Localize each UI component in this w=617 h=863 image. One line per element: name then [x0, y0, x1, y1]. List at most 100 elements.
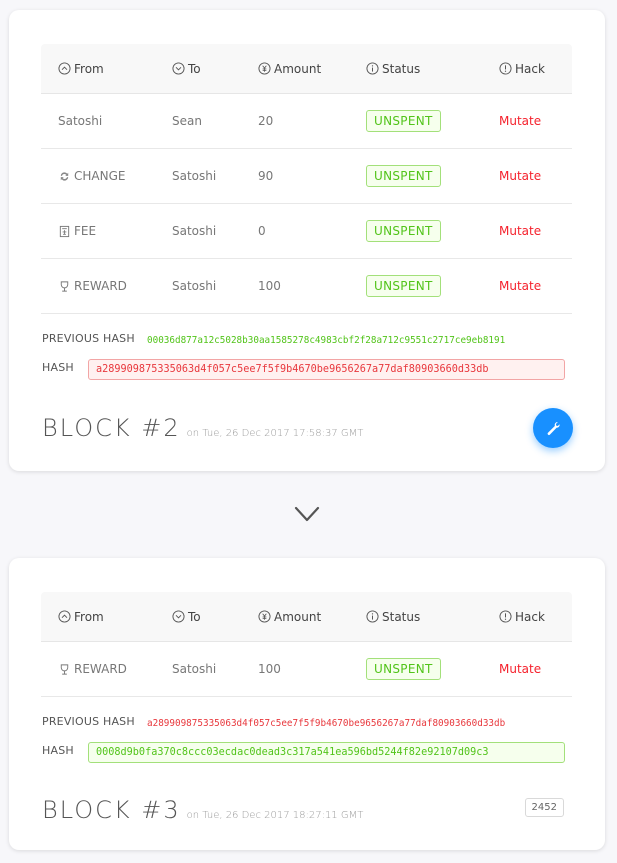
cell-amount: 100 [258, 662, 281, 676]
cell-amount: 100 [258, 279, 281, 293]
cell-hack: Mutate [499, 114, 541, 128]
header-to: To [172, 62, 201, 76]
table-row: REWARD Satoshi 100 UNSPENT Mutate [41, 259, 572, 314]
from-value: CHANGE [74, 169, 126, 183]
chevron-down-icon [294, 506, 320, 522]
header-status-label: Status [382, 61, 421, 76]
to-value: Satoshi [172, 279, 217, 293]
cell-amount: 90 [258, 169, 273, 183]
header-status-label: Status [382, 609, 421, 624]
previous-hash-value: 00036d877a12c5028b30aa1585278c4983cbf2f2… [147, 335, 506, 346]
status-badge: UNSPENT [366, 275, 441, 297]
currency-circle-icon [258, 62, 271, 75]
mutate-link[interactable]: Mutate [499, 114, 541, 128]
header-amount-label: Amount [274, 61, 322, 76]
header-to-label: To [188, 61, 201, 76]
mutate-link[interactable]: Mutate [499, 662, 541, 676]
mine-button[interactable] [533, 408, 573, 448]
transactions-table: From To Amount Status Hack Satoshi Sean [41, 44, 572, 314]
cell-hack: Mutate [499, 279, 541, 293]
cell-to: Satoshi [172, 279, 216, 293]
header-hack: Hack [499, 610, 545, 624]
exclamation-circle-icon [499, 62, 512, 75]
header-to: To [172, 610, 201, 624]
block-date: on Tue, 26 Dec 2017 17:58:37 GMT [186, 428, 364, 439]
status-badge: UNSPENT [366, 165, 441, 187]
amount-value: 100 [258, 279, 281, 293]
block-card: From To Amount Status Hack Satoshi Sean [9, 10, 605, 471]
block-card: From To Amount Status Hack REWARD Satosh… [9, 558, 605, 850]
header-from-label: From [74, 609, 104, 624]
header-from-label: From [74, 61, 104, 76]
to-value: Satoshi [172, 224, 217, 238]
status-badge: UNSPENT [366, 658, 441, 680]
cell-from: FEE [58, 224, 96, 238]
to-value: Satoshi [172, 169, 217, 183]
from-value: REWARD [74, 662, 127, 676]
cell-status: UNSPENT [366, 110, 441, 132]
header-from: From [58, 62, 104, 76]
header-status: Status [366, 610, 420, 624]
calculator-icon [58, 225, 71, 238]
from-value: Satoshi [58, 114, 103, 128]
amount-value: 100 [258, 662, 281, 676]
cell-status: UNSPENT [366, 275, 441, 297]
previous-hash-label: PREVIOUS HASH [42, 332, 135, 345]
amount-value: 90 [258, 169, 274, 183]
table-row: CHANGE Satoshi 90 UNSPENT Mutate [41, 149, 572, 204]
table-header: From To Amount Status Hack [41, 592, 572, 642]
cell-from: REWARD [58, 662, 127, 676]
from-value: REWARD [74, 279, 127, 293]
header-hack-label: Hack [515, 61, 545, 76]
currency-circle-icon [258, 610, 271, 623]
circle-up-icon [58, 62, 71, 75]
swap-icon [58, 170, 71, 183]
block-number: BLOCK #3 [42, 796, 181, 824]
cell-to: Satoshi [172, 169, 216, 183]
cell-from: Satoshi [58, 114, 102, 128]
to-value: Satoshi [172, 662, 217, 676]
hash-value-invalid: a289909875335063d4f057c5ee7f5f9b4670be96… [88, 359, 565, 380]
header-amount-label: Amount [274, 609, 322, 624]
header-from: From [58, 610, 104, 624]
amount-value: 20 [258, 114, 274, 128]
cell-from: REWARD [58, 279, 127, 293]
info-circle-icon [366, 62, 379, 75]
table-row: REWARD Satoshi 100 UNSPENT Mutate [41, 642, 572, 697]
mutate-link[interactable]: Mutate [499, 279, 541, 293]
trophy-icon [58, 280, 71, 293]
status-badge: UNSPENT [366, 110, 441, 132]
cell-to: Satoshi [172, 662, 216, 676]
circle-down-icon [172, 62, 185, 75]
mutate-link[interactable]: Mutate [499, 169, 541, 183]
header-amount: Amount [258, 610, 321, 624]
cell-hack: Mutate [499, 224, 541, 238]
cell-amount: 0 [258, 224, 266, 238]
tool-icon [545, 420, 561, 436]
circle-up-icon [58, 610, 71, 623]
nonce-badge: 2452 [524, 798, 564, 817]
cell-status: UNSPENT [366, 658, 441, 680]
header-hack-label: Hack [515, 609, 545, 624]
cell-status: UNSPENT [366, 165, 441, 187]
hash-value-valid: 0008d9b0fa370c8ccc03ecdac0dead3c317a541e… [88, 742, 565, 763]
cell-status: UNSPENT [366, 220, 441, 242]
hash-label: HASH [42, 744, 74, 757]
table-header: From To Amount Status Hack [41, 44, 572, 94]
block-number: BLOCK #2 [42, 414, 181, 442]
hash-label: HASH [42, 361, 74, 374]
table-row: Satoshi Sean 20 UNSPENT Mutate [41, 94, 572, 149]
mutate-link[interactable]: Mutate [499, 224, 541, 238]
trophy-icon [58, 663, 71, 676]
header-hack: Hack [499, 62, 545, 76]
header-amount: Amount [258, 62, 321, 76]
table-row: FEE Satoshi 0 UNSPENT Mutate [41, 204, 572, 259]
from-value: FEE [74, 224, 97, 238]
cell-to: Satoshi [172, 224, 216, 238]
previous-hash-label: PREVIOUS HASH [42, 715, 135, 728]
exclamation-circle-icon [499, 610, 512, 623]
header-status: Status [366, 62, 420, 76]
block-title: BLOCK #2 on Tue, 26 Dec 2017 17:58:37 GM… [42, 414, 363, 442]
block-title: BLOCK #3 on Tue, 26 Dec 2017 18:27:11 GM… [42, 796, 363, 824]
cell-hack: Mutate [499, 662, 541, 676]
